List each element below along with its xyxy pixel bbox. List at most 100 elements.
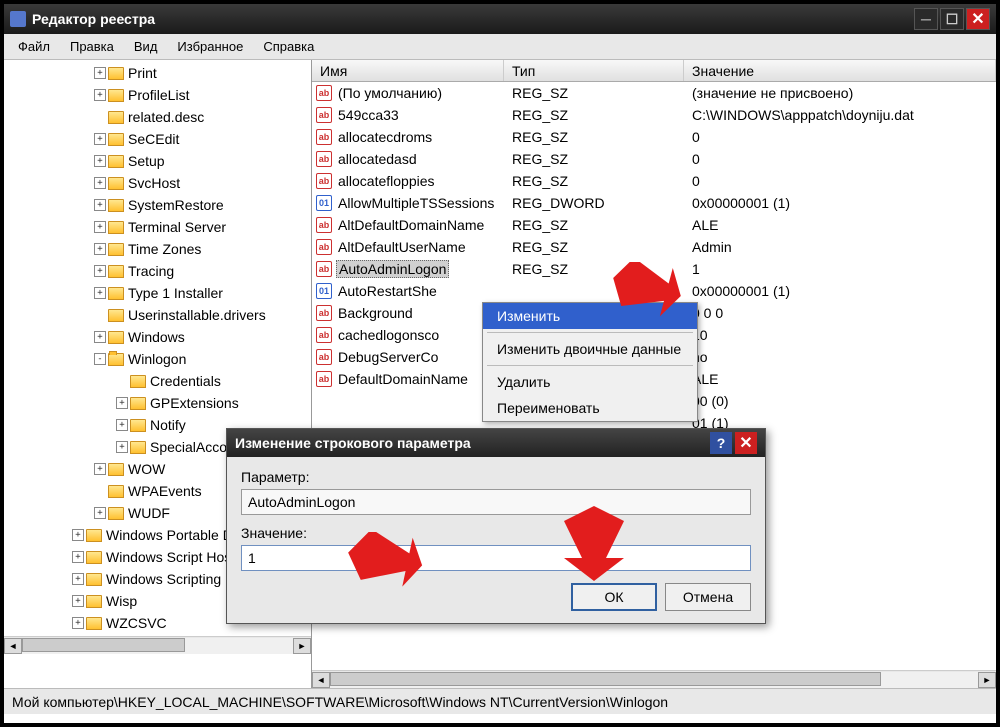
row-value: (значение не присвоено) (684, 85, 996, 101)
list-row[interactable]: ab(По умолчанию)REG_SZ(значение не присв… (312, 82, 996, 104)
list-row[interactable]: abAltDefaultUserNameREG_SZAdmin (312, 236, 996, 258)
list-row[interactable]: abAltDefaultDomainNameREG_SZALE (312, 214, 996, 236)
tree-item[interactable]: + Terminal Server (4, 216, 311, 238)
list-row[interactable]: 01AllowMultipleTSSessionsREG_DWORD0x0000… (312, 192, 996, 214)
tree-item[interactable]: + Windows (4, 326, 311, 348)
status-path: Мой компьютер\HKEY_LOCAL_MACHINE\SOFTWAR… (12, 694, 668, 710)
menu-view[interactable]: Вид (124, 35, 168, 58)
column-name[interactable]: Имя (312, 60, 504, 81)
tree-label: Terminal Server (128, 219, 226, 235)
tree-label: related.desc (128, 109, 204, 125)
expander-icon[interactable]: + (94, 89, 106, 101)
ctx-modify-binary[interactable]: Изменить двоичные данные (483, 336, 697, 362)
folder-icon (86, 529, 102, 542)
tree-label: Credentials (150, 373, 221, 389)
expander-icon (116, 375, 128, 387)
row-name: DefaultDomainName (336, 371, 470, 387)
expander-icon[interactable]: + (72, 529, 84, 541)
tree-item[interactable]: +Print (4, 62, 311, 84)
menu-edit[interactable]: Правка (60, 35, 124, 58)
tree-item[interactable]: +Tracing (4, 260, 311, 282)
ctx-modify[interactable]: Изменить (483, 303, 697, 329)
column-type[interactable]: Тип (504, 60, 684, 81)
expander-icon[interactable]: + (116, 397, 128, 409)
tree-item[interactable]: + SeCEdit (4, 128, 311, 150)
close-button[interactable]: ✕ (966, 8, 990, 30)
menu-file[interactable]: Файл (8, 35, 60, 58)
expander-icon (94, 309, 106, 321)
folder-icon (108, 265, 124, 278)
tree-item[interactable]: -Winlogon (4, 348, 311, 370)
maximize-button[interactable]: ☐ (940, 8, 964, 30)
expander-icon[interactable]: + (94, 463, 106, 475)
tree-label: Windows (128, 329, 185, 345)
list-row[interactable]: abAutoAdminLogonREG_SZ1 (312, 258, 996, 280)
list-row[interactable]: 01AutoRestartShe0x00000001 (1) (312, 280, 996, 302)
tree-item[interactable]: +GPExtensions (4, 392, 311, 414)
ctx-delete[interactable]: Удалить (483, 369, 697, 395)
tree-label: WUDF (128, 505, 170, 521)
folder-icon (108, 243, 124, 256)
expander-icon[interactable]: + (94, 221, 106, 233)
value-input[interactable] (241, 545, 751, 571)
expander-icon[interactable]: + (72, 617, 84, 629)
row-type: REG_SZ (504, 239, 684, 255)
list-hscrollbar[interactable]: ◄ ► (312, 670, 996, 688)
ok-button[interactable]: ОК (571, 583, 657, 611)
expander-icon[interactable]: + (72, 595, 84, 607)
expander-icon[interactable]: + (116, 419, 128, 431)
expander-icon[interactable]: + (94, 331, 106, 343)
folder-icon (108, 331, 124, 344)
row-name: (По умолчанию) (336, 85, 444, 101)
menu-favorites[interactable]: Избранное (167, 35, 253, 58)
expander-icon[interactable]: + (94, 265, 106, 277)
dialog-close-button[interactable]: ✕ (735, 432, 757, 454)
row-type: REG_SZ (504, 217, 684, 233)
minimize-button[interactable]: ─ (914, 8, 938, 30)
dialog-help-button[interactable]: ? (710, 432, 732, 454)
column-value[interactable]: Значение (684, 60, 996, 81)
expander-icon[interactable]: - (94, 353, 106, 365)
tree-item[interactable]: +Time Zones (4, 238, 311, 260)
list-row[interactable]: aballocatefloppiesREG_SZ0 (312, 170, 996, 192)
expander-icon[interactable]: + (116, 441, 128, 453)
row-name: AutoRestartShe (336, 283, 439, 299)
folder-icon (108, 67, 124, 80)
list-row[interactable]: aballocatecdromsREG_SZ0 (312, 126, 996, 148)
tree-hscrollbar[interactable]: ◄ ► (4, 636, 311, 654)
expander-icon[interactable]: + (94, 287, 106, 299)
string-icon: ab (316, 305, 332, 321)
menu-help[interactable]: Справка (253, 35, 324, 58)
cancel-button[interactable]: Отмена (665, 583, 751, 611)
folder-icon (108, 199, 124, 212)
tree-item[interactable]: + Setup (4, 150, 311, 172)
list-row[interactable]: aballocatedasdREG_SZ0 (312, 148, 996, 170)
string-icon: ab (316, 371, 332, 387)
expander-icon[interactable]: + (94, 507, 106, 519)
list-row[interactable]: ab549cca33REG_SZC:\WINDOWS\apppatch\doyn… (312, 104, 996, 126)
expander-icon[interactable]: + (72, 573, 84, 585)
folder-icon (86, 573, 102, 586)
row-value: C:\WINDOWS\apppatch\doyniju.dat (684, 107, 996, 123)
string-icon: ab (316, 261, 332, 277)
tree-label: SeCEdit (128, 131, 179, 147)
tree-label: Setup (128, 153, 165, 169)
expander-icon[interactable]: + (94, 199, 106, 211)
expander-icon[interactable]: + (94, 133, 106, 145)
tree-item[interactable]: related.desc (4, 106, 311, 128)
expander-icon[interactable]: + (94, 243, 106, 255)
tree-item[interactable]: +ProfileList (4, 84, 311, 106)
expander-icon[interactable]: + (94, 155, 106, 167)
tree-label: SvcHost (128, 175, 180, 191)
expander-icon[interactable]: + (94, 67, 106, 79)
row-value: ALE (684, 371, 996, 387)
tree-item[interactable]: Credentials (4, 370, 311, 392)
tree-item[interactable]: +Type 1 Installer (4, 282, 311, 304)
tree-item[interactable]: + SvcHost (4, 172, 311, 194)
tree-item[interactable]: Userinstallable.drivers (4, 304, 311, 326)
tree-item[interactable]: +SystemRestore (4, 194, 311, 216)
expander-icon[interactable]: + (72, 551, 84, 563)
row-value: 0 0 0 (684, 305, 996, 321)
ctx-rename[interactable]: Переименовать (483, 395, 697, 421)
expander-icon[interactable]: + (94, 177, 106, 189)
